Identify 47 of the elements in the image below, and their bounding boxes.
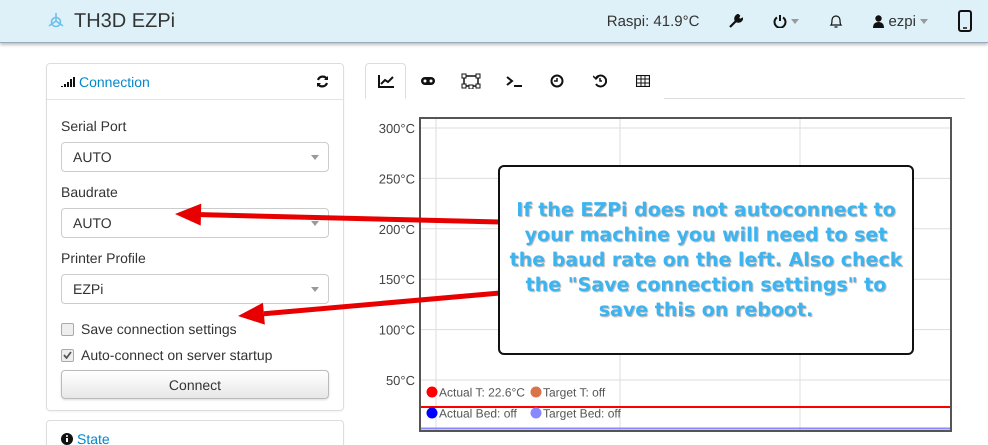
mobile-phone-icon[interactable] <box>958 10 972 32</box>
axis-tick-label: 300°C <box>378 121 415 136</box>
caret-icon <box>311 286 319 292</box>
user-menu[interactable]: ezpi <box>888 12 916 30</box>
caret-icon <box>920 18 928 24</box>
axis-tick-label: 250°C <box>378 171 415 186</box>
checkbox-label[interactable]: Auto-connect on server startup <box>81 347 272 363</box>
wrench-icon[interactable] <box>729 14 744 28</box>
checkbox-label[interactable]: Save connection settings <box>81 321 237 337</box>
brand-title[interactable]: TH3D EZPi <box>74 10 176 32</box>
caret-icon <box>791 18 800 24</box>
tab[interactable] <box>365 63 406 99</box>
select-field[interactable]: AUTO <box>61 142 329 172</box>
legend-label: Target T: off <box>543 386 606 400</box>
history-icon <box>592 74 606 88</box>
bell-icon[interactable] <box>829 14 844 28</box>
axis-tick-label: 100°C <box>378 322 415 338</box>
field-label: Baudrate <box>61 184 119 200</box>
checkbox[interactable] <box>61 348 74 362</box>
terminal-icon <box>506 75 522 87</box>
caret-icon <box>311 220 319 226</box>
legend-label: Actual T: 22.6°C <box>439 386 525 400</box>
select-field[interactable]: AUTO <box>61 208 329 238</box>
temperature-reading: Raspi: 41.9°C <box>606 12 700 30</box>
axis-tick-label: 200°C <box>378 222 415 237</box>
legend-label: Actual Bed: off <box>439 406 517 420</box>
callout-text: If the EZPi does not autoconnect to your machine you will need to set the baud rate on the left. Also check the "Save connection settings" to save this on reboot. <box>508 198 904 322</box>
line-chart-icon <box>378 74 394 88</box>
field-label: Serial Port <box>61 118 128 134</box>
caret-icon <box>311 154 319 160</box>
connect-button[interactable]: Connect <box>61 370 329 399</box>
gamepad-icon <box>420 76 436 86</box>
select-field[interactable]: EZPi <box>61 274 329 304</box>
clock-icon <box>550 74 564 88</box>
axis-tick-label: 50°C <box>386 373 415 388</box>
field-label: Printer Profile <box>61 250 147 266</box>
refresh-icon[interactable] <box>316 75 329 88</box>
legend-label: Target Bed: off <box>543 406 621 420</box>
checkbox[interactable] <box>61 322 74 336</box>
panel-title[interactable]: Connection <box>79 74 150 90</box>
axis-tick-label: 150°C <box>378 272 415 288</box>
vector-selection-icon <box>460 73 480 89</box>
user-icon <box>873 14 884 28</box>
panel-title[interactable]: State <box>77 431 110 445</box>
power-icon[interactable] <box>773 14 788 28</box>
table-icon <box>636 75 650 87</box>
signal-icon <box>61 76 75 86</box>
